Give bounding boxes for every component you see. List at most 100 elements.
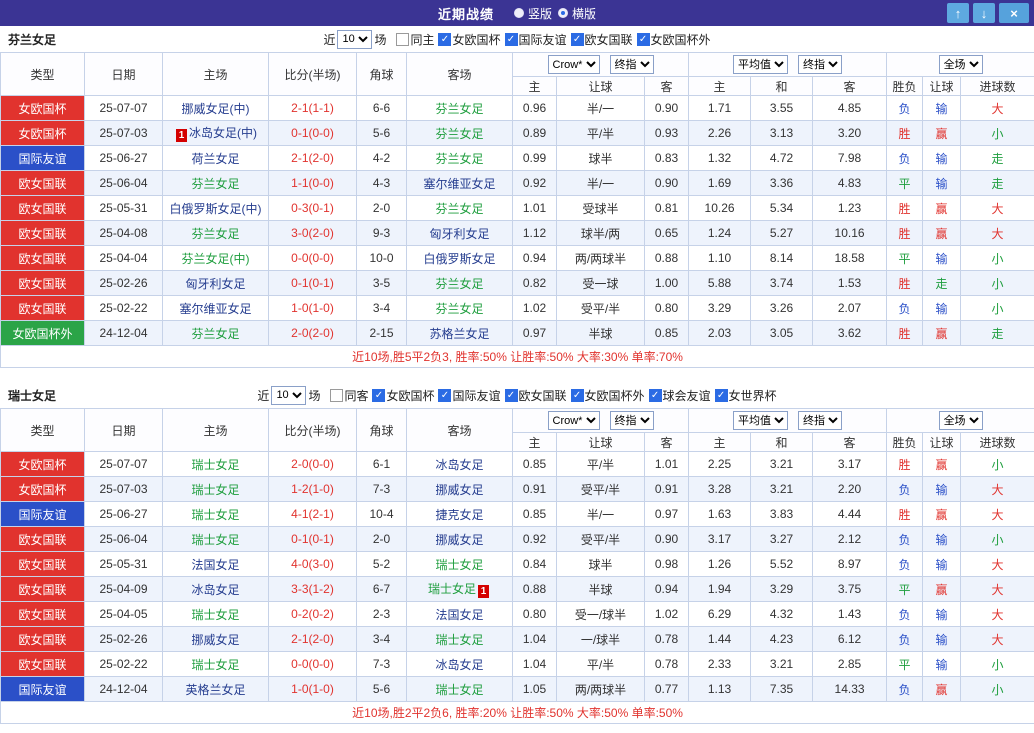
final-odds-select-2[interactable]: 终指 — [798, 411, 843, 430]
sub-column-header: 进球数 — [960, 76, 1034, 96]
same-venue-checkbox[interactable]: 同主 — [396, 31, 434, 48]
away-team-cell: 瑞士女足 — [406, 626, 513, 652]
avg-away: 18.58 — [812, 245, 888, 271]
competition-checkbox-icon[interactable]: ✓ — [504, 32, 518, 46]
home-team[interactable]: 芬兰女足 — [191, 327, 239, 341]
same-venue-checkbox[interactable]: 同客 — [330, 387, 368, 404]
avg-home: 1.63 — [688, 501, 752, 527]
same-venue-checkbox-icon[interactable] — [330, 388, 344, 402]
competition-checkbox-1[interactable]: ✓ 国际友谊 — [504, 31, 567, 48]
avg-home: 2.25 — [688, 451, 752, 477]
same-venue-checkbox-icon[interactable] — [396, 32, 410, 46]
home-team[interactable]: 白俄罗斯女足(中) — [170, 202, 262, 216]
home-team[interactable]: 法国女足 — [191, 558, 239, 572]
home-team[interactable]: 瑞士女足 — [191, 533, 239, 547]
avg-draw: 8.14 — [750, 245, 814, 271]
away-team[interactable]: 冰岛女足 — [435, 458, 483, 472]
bookmaker-select[interactable]: Crow* — [547, 411, 600, 430]
away-team[interactable]: 芬兰女足 — [435, 102, 483, 116]
competition-checkbox-3[interactable]: ✓ 女欧国杯外 — [636, 31, 711, 48]
competition-checkbox-5[interactable]: ✓ 女世界杯 — [714, 387, 777, 404]
competition-checkbox-4[interactable]: ✓ 球会友谊 — [648, 387, 711, 404]
competition-checkbox-icon[interactable]: ✓ — [714, 388, 728, 402]
away-team[interactable]: 苏格兰女足 — [429, 327, 489, 341]
fullmatch-select[interactable]: 全场 — [938, 55, 983, 74]
team-name: 瑞士女足 — [8, 388, 57, 403]
home-team[interactable]: 挪威女足(中) — [182, 102, 250, 116]
home-team[interactable]: 冰岛女足(中) — [189, 126, 257, 140]
match-count-select[interactable]: 10 — [271, 385, 307, 405]
away-team[interactable]: 瑞士女足 — [428, 582, 476, 596]
competition-checkbox-icon[interactable]: ✓ — [570, 32, 584, 46]
away-team[interactable]: 挪威女足 — [435, 533, 483, 547]
home-team[interactable]: 瑞士女足 — [191, 508, 239, 522]
home-team[interactable]: 芬兰女足(中) — [182, 252, 250, 266]
layout-radio-0[interactable]: 竖版 — [513, 5, 552, 22]
home-team[interactable]: 芬兰女足 — [191, 227, 239, 241]
match-count-select[interactable]: 10 — [337, 29, 373, 49]
close-button[interactable]: × — [999, 3, 1029, 23]
away-team[interactable]: 芬兰女足 — [435, 152, 483, 166]
odds-away: 0.78 — [643, 626, 690, 652]
home-team[interactable]: 荷兰女足 — [191, 152, 239, 166]
layout-radio-1[interactable]: 横版 — [558, 5, 596, 22]
summary-row: 近10场,胜5平2负3, 胜率:50% 让胜率:50% 大率:30% 单率:70… — [0, 345, 1034, 368]
away-team[interactable]: 挪威女足 — [435, 483, 483, 497]
home-team[interactable]: 冰岛女足 — [191, 583, 239, 597]
home-team[interactable]: 挪威女足 — [191, 633, 239, 647]
competition-checkbox-icon[interactable]: ✓ — [648, 388, 662, 402]
home-team[interactable]: 匈牙利女足 — [185, 277, 245, 291]
away-team[interactable]: 白俄罗斯女足 — [423, 252, 495, 266]
odds-away: 0.97 — [643, 501, 690, 527]
average-select[interactable]: 平均值 — [733, 411, 789, 430]
corners: 4-2 — [356, 145, 407, 171]
final-odds-select-2[interactable]: 终指 — [798, 55, 843, 74]
competition-checkbox-0[interactable]: ✓ 女欧国杯 — [372, 387, 434, 404]
competition-checkbox-2[interactable]: ✓ 欧女国联 — [570, 31, 633, 48]
move-down-button[interactable]: ↓ — [973, 3, 995, 23]
odds-away: 0.90 — [643, 95, 690, 121]
competition-checkbox-2[interactable]: ✓ 欧女国联 — [504, 387, 567, 404]
competition-checkbox-icon[interactable]: ✓ — [372, 388, 386, 402]
away-team[interactable]: 瑞士女足 — [435, 633, 483, 647]
result-goals: 大 — [960, 501, 1034, 527]
away-team-cell: 冰岛女足 — [406, 451, 513, 477]
final-odds-select[interactable]: 终指 — [609, 55, 654, 74]
competition-checkbox-3[interactable]: ✓ 女欧国杯外 — [570, 387, 645, 404]
away-team[interactable]: 芬兰女足 — [435, 302, 483, 316]
result-goals: 大 — [960, 220, 1034, 246]
away-team[interactable]: 匈牙利女足 — [429, 227, 489, 241]
competition-checkbox-1[interactable]: ✓ 国际友谊 — [438, 387, 501, 404]
away-team[interactable]: 法国女足 — [435, 608, 483, 622]
away-team[interactable]: 塞尔维亚女足 — [423, 177, 495, 191]
away-team[interactable]: 芬兰女足 — [435, 202, 483, 216]
competition-checkbox-icon[interactable]: ✓ — [438, 388, 452, 402]
average-select[interactable]: 平均值 — [733, 55, 789, 74]
home-team[interactable]: 瑞士女足 — [191, 608, 239, 622]
home-team[interactable]: 瑞士女足 — [191, 458, 239, 472]
home-team[interactable]: 瑞士女足 — [191, 658, 239, 672]
competition-checkbox-icon[interactable]: ✓ — [570, 388, 584, 402]
home-team[interactable]: 芬兰女足 — [191, 177, 239, 191]
away-team[interactable]: 芬兰女足 — [435, 277, 483, 291]
fullmatch-select[interactable]: 全场 — [938, 411, 983, 430]
competition-checkbox-icon[interactable]: ✓ — [504, 388, 518, 402]
competition-checkbox-icon[interactable]: ✓ — [636, 32, 650, 46]
competition-checkbox-icon[interactable]: ✓ — [438, 32, 452, 46]
corners: 10-0 — [356, 245, 407, 271]
home-team[interactable]: 塞尔维亚女足 — [179, 302, 251, 316]
move-up-button[interactable]: ↑ — [947, 3, 969, 23]
away-team-cell: 塞尔维亚女足 — [406, 170, 513, 196]
bookmaker-select[interactable]: Crow* — [547, 55, 600, 74]
away-team[interactable]: 捷克女足 — [435, 508, 483, 522]
away-team[interactable]: 瑞士女足 — [435, 558, 483, 572]
away-team[interactable]: 瑞士女足 — [435, 683, 483, 697]
home-team[interactable]: 英格兰女足 — [185, 683, 245, 697]
final-odds-select[interactable]: 终指 — [609, 411, 654, 430]
away-team[interactable]: 芬兰女足 — [435, 127, 483, 141]
same-venue-label: 同客 — [344, 388, 369, 403]
away-team[interactable]: 冰岛女足 — [435, 658, 483, 672]
odds-group-crow-selects: Crow* 终指 — [514, 55, 688, 74]
competition-checkbox-0[interactable]: ✓ 女欧国杯 — [438, 31, 501, 48]
home-team[interactable]: 瑞士女足 — [191, 483, 239, 497]
